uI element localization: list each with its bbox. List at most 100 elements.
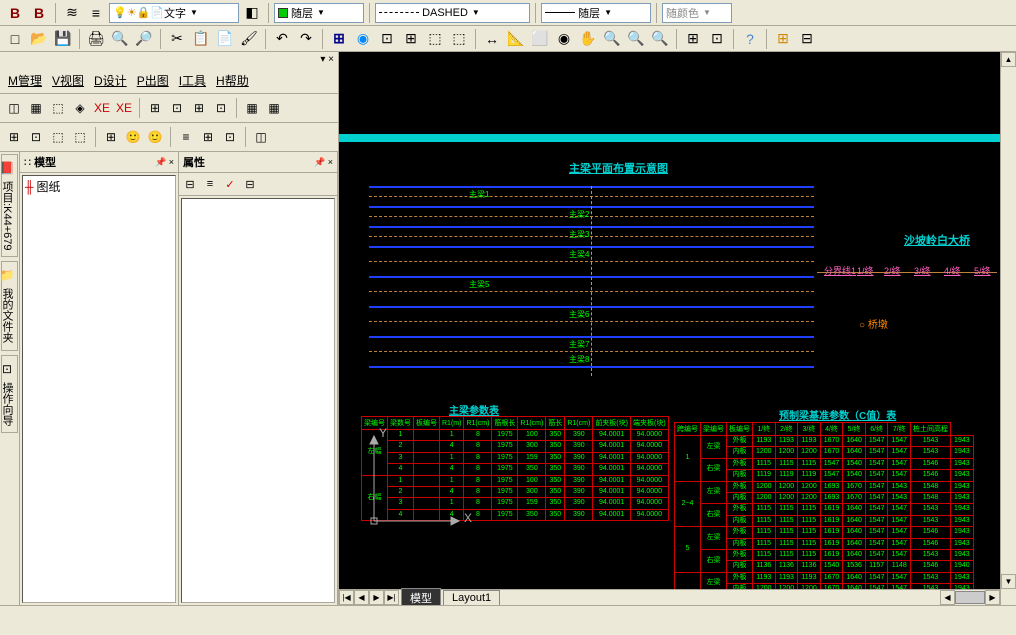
- pan-rt-button[interactable]: ✋: [577, 28, 599, 50]
- scroll-up-button[interactable]: ▲: [1001, 52, 1016, 67]
- menu-view[interactable]: V视图: [52, 72, 84, 89]
- prop-btn-apply[interactable]: ✓: [221, 175, 239, 193]
- qtool-10[interactable]: ⊡: [220, 127, 240, 147]
- ptool-10[interactable]: ⊡: [211, 98, 231, 118]
- properties-button[interactable]: ⊞: [682, 28, 704, 50]
- open-button[interactable]: 📂: [28, 28, 50, 50]
- qtool-1[interactable]: ⊞: [4, 127, 24, 147]
- qtool-2[interactable]: ⊡: [26, 127, 46, 147]
- layout-tab-1[interactable]: Layout1: [443, 590, 500, 606]
- qtool-9[interactable]: ⊞: [198, 127, 218, 147]
- cut-button[interactable]: ✂: [166, 28, 188, 50]
- app-icon-2[interactable]: B: [28, 2, 50, 24]
- menu-tools[interactable]: I工具: [179, 72, 206, 89]
- app-icon-1[interactable]: B: [4, 2, 26, 24]
- paste-button[interactable]: 📄: [214, 28, 236, 50]
- undo-button[interactable]: ↶: [271, 28, 293, 50]
- ptool-11[interactable]: ▦: [242, 98, 262, 118]
- design-center-button[interactable]: ⊡: [706, 28, 728, 50]
- save-button[interactable]: 💾: [52, 28, 74, 50]
- pan-button[interactable]: ↔: [481, 28, 503, 50]
- find-button[interactable]: 🔎: [133, 28, 155, 50]
- scroll-thumb[interactable]: [955, 591, 985, 604]
- panel-pin-controls[interactable]: 📌 ×: [314, 157, 333, 168]
- scrollbar-horizontal[interactable]: |◀ ◀ ▶ ▶| 模型 Layout1 ◀ ▶: [339, 589, 1000, 605]
- prop-btn-1[interactable]: ⊟: [181, 175, 199, 193]
- props-body[interactable]: [181, 198, 335, 603]
- panel-close-btn[interactable]: ▾ ×: [320, 54, 334, 65]
- tree-item-drawings[interactable]: ╫ 图纸: [25, 178, 173, 195]
- tabs-first-button[interactable]: |◀: [339, 590, 354, 605]
- menu-plot[interactable]: P出图: [137, 72, 169, 89]
- help-button[interactable]: ?: [739, 28, 761, 50]
- qtool-4[interactable]: ⬚: [70, 127, 90, 147]
- qtool-7[interactable]: 🙂: [145, 127, 165, 147]
- tool-btn-2[interactable]: ◉: [352, 28, 374, 50]
- ptool-6[interactable]: XE: [114, 98, 134, 118]
- extra-btn-1[interactable]: ⊞: [772, 28, 794, 50]
- layout-tab-model[interactable]: 模型: [401, 588, 441, 606]
- menu-design[interactable]: D设计: [94, 72, 127, 89]
- tool-btn-5[interactable]: ⬚: [424, 28, 446, 50]
- match-button[interactable]: 🖌: [238, 28, 260, 50]
- prop-btn-2[interactable]: ≡: [201, 175, 219, 193]
- ptool-4[interactable]: ◈: [70, 98, 90, 118]
- tool-btn-6[interactable]: ⬚: [448, 28, 470, 50]
- scroll-left-button[interactable]: ◀: [940, 590, 955, 605]
- menu-help[interactable]: H帮助: [216, 72, 249, 89]
- copy-button[interactable]: 📋: [190, 28, 212, 50]
- ptool-12[interactable]: ▦: [264, 98, 284, 118]
- layer-btn-1[interactable]: ≋: [61, 2, 83, 24]
- measure-button[interactable]: 📐: [505, 28, 527, 50]
- drawing-canvas[interactable]: 主梁平面布置示意图 沙坡岭白大桥 主梁1 主梁2 主梁: [339, 52, 1000, 589]
- ptool-5[interactable]: XE: [92, 98, 112, 118]
- drawing-viewport[interactable]: 主梁平面布置示意图 沙坡岭白大桥 主梁1 主梁2 主梁: [339, 52, 1016, 605]
- tool-btn-1[interactable]: ⊞: [328, 28, 350, 50]
- tabs-next-button[interactable]: ▶: [369, 590, 384, 605]
- ptool-2[interactable]: ▦: [26, 98, 46, 118]
- layer-dropdown[interactable]: 随层 ▼: [274, 3, 364, 23]
- panel-pin-controls[interactable]: 📌 ×: [155, 157, 174, 168]
- zoom-ext-button[interactable]: 🔍: [649, 28, 671, 50]
- orbit-button[interactable]: ◉: [553, 28, 575, 50]
- tool-btn-4[interactable]: ⊞: [400, 28, 422, 50]
- model-tree[interactable]: ╫ 图纸: [22, 175, 176, 603]
- color-dropdown[interactable]: 随颜色 ▼: [662, 3, 732, 23]
- zoom-window-button[interactable]: ⬜: [529, 28, 551, 50]
- print-button[interactable]: 🖨: [85, 28, 107, 50]
- side-tab-files[interactable]: 📁 我的文件夹: [1, 261, 18, 350]
- menu-manage[interactable]: M管理: [8, 72, 42, 89]
- prop-btn-3[interactable]: ⊟: [241, 175, 259, 193]
- ptool-8[interactable]: ⊡: [167, 98, 187, 118]
- scrollbar-vertical[interactable]: ▲ ▼: [1000, 52, 1016, 605]
- extra-btn-2[interactable]: ⊟: [796, 28, 818, 50]
- qtool-3[interactable]: ⬚: [48, 127, 68, 147]
- beam-label: 主梁7: [569, 339, 589, 350]
- chevron-down-icon: ▼: [472, 8, 480, 17]
- tabs-last-button[interactable]: ▶|: [384, 590, 399, 605]
- qtool-5[interactable]: ⊞: [101, 127, 121, 147]
- side-tab-wizard[interactable]: ⊡ 操作向导: [1, 355, 18, 433]
- style-dropdown[interactable]: 💡☀🔒📄 文字 ▼: [109, 3, 239, 23]
- tool-btn-3[interactable]: ⊡: [376, 28, 398, 50]
- lineweight-dropdown[interactable]: 随层 ▼: [541, 3, 651, 23]
- linetype-dropdown[interactable]: DASHED ▼: [375, 3, 530, 23]
- zoom-prev-button[interactable]: 🔍: [625, 28, 647, 50]
- tabs-prev-button[interactable]: ◀: [354, 590, 369, 605]
- layer-btn-2[interactable]: ≡: [85, 2, 107, 24]
- qtool-11[interactable]: ◫: [251, 127, 271, 147]
- scroll-right-button[interactable]: ▶: [985, 590, 1000, 605]
- ptool-3[interactable]: ⬚: [48, 98, 68, 118]
- new-button[interactable]: □: [4, 28, 26, 50]
- ptool-7[interactable]: ⊞: [145, 98, 165, 118]
- zoom-rt-button[interactable]: 🔍: [601, 28, 623, 50]
- qtool-6[interactable]: 🙂: [123, 127, 143, 147]
- scroll-down-button[interactable]: ▼: [1001, 574, 1016, 589]
- preview-button[interactable]: 🔍: [109, 28, 131, 50]
- ptool-1[interactable]: ◫: [4, 98, 24, 118]
- qtool-8[interactable]: ≡: [176, 127, 196, 147]
- layer-prev-btn[interactable]: ◧: [241, 2, 263, 24]
- redo-button[interactable]: ↷: [295, 28, 317, 50]
- ptool-9[interactable]: ⊞: [189, 98, 209, 118]
- side-tab-project[interactable]: 📕 项目:K44+679: [1, 154, 18, 257]
